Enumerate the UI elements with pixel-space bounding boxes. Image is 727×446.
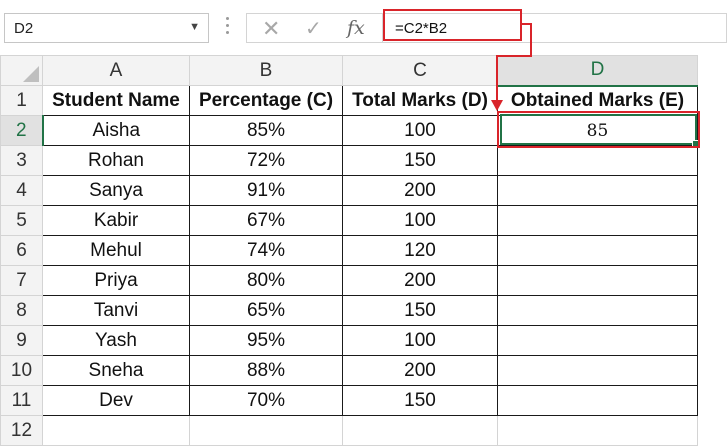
annotation-arrow-icon — [491, 23, 532, 111]
annotation-arrow-line — [496, 23, 532, 102]
annotation-arrowhead — [491, 100, 503, 111]
